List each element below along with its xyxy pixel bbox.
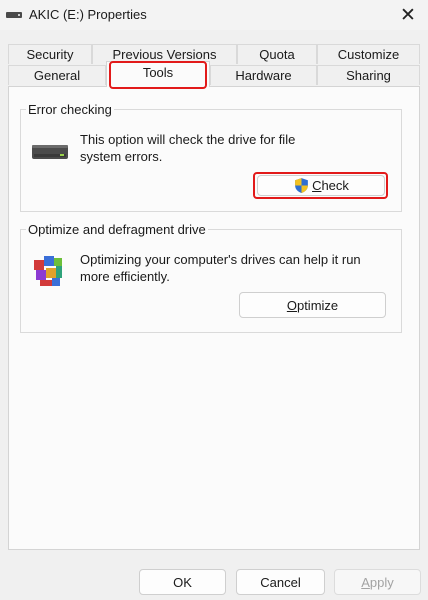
optimize-button[interactable]: Optimize <box>239 292 386 318</box>
defrag-icon <box>34 256 62 286</box>
window-title: AKIC (E:) Properties <box>29 7 147 22</box>
tab-customize[interactable]: Customize <box>317 44 420 64</box>
check-button-accel: C <box>312 178 322 193</box>
check-button-label: heck <box>321 178 349 193</box>
error-checking-desc-line1: This option will check the drive for fil… <box>80 132 296 147</box>
drive-icon <box>32 145 68 159</box>
error-checking-group <box>20 109 402 212</box>
optimize-button-accel: O <box>286 297 297 313</box>
error-checking-title: Error checking <box>26 102 114 117</box>
check-button[interactable]: Check <box>257 175 385 196</box>
optimize-button-label: ptimize <box>296 297 339 313</box>
tab-sharing[interactable]: Sharing <box>317 65 420 85</box>
apply-button-accel: A <box>361 574 370 590</box>
optimize-desc-line1: Optimizing your computer's drives can he… <box>80 252 361 267</box>
title-bar: AKIC (E:) Properties ✕ <box>0 0 428 30</box>
apply-button[interactable]: Apply <box>334 569 421 595</box>
uac-shield-icon <box>295 178 308 193</box>
cancel-button[interactable]: Cancel <box>236 569 325 595</box>
ok-button[interactable]: OK <box>139 569 226 595</box>
tab-hardware[interactable]: Hardware <box>210 65 317 85</box>
optimize-desc-line2: more efficiently. <box>80 269 170 284</box>
error-checking-desc-line2: system errors. <box>80 149 163 164</box>
tab-quota[interactable]: Quota <box>237 44 317 64</box>
close-button[interactable]: ✕ <box>388 0 428 30</box>
tab-general[interactable]: General <box>8 65 106 85</box>
optimize-title: Optimize and defragment drive <box>26 222 208 237</box>
apply-button-label: pply <box>369 574 394 590</box>
tab-tools[interactable]: Tools <box>106 61 210 87</box>
tab-security[interactable]: Security <box>8 44 92 64</box>
drive-title-icon <box>6 12 22 18</box>
